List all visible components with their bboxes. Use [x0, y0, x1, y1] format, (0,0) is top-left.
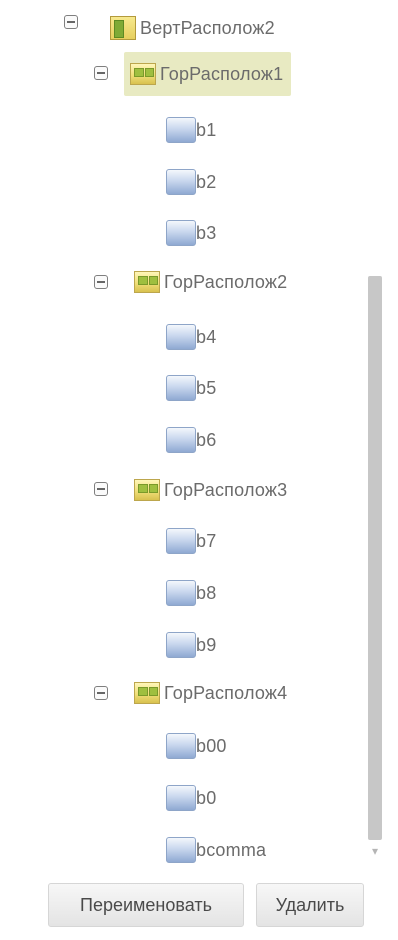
collapse-toggle-icon[interactable] — [64, 15, 78, 29]
rename-button[interactable]: Переименовать — [48, 883, 244, 927]
button-icon — [166, 632, 196, 658]
collapse-toggle-icon[interactable] — [94, 686, 108, 700]
tree-node-label: ВертРасполож2 — [140, 17, 275, 38]
tree-node-button[interactable]: b2 — [166, 162, 216, 202]
tree-node-label: b00 — [196, 735, 227, 756]
tree-node-button[interactable]: b5 — [166, 368, 216, 408]
component-tree: ВертРасполож2 ГорРасполож1 b1 b2 b3 ГорР… — [0, 0, 372, 870]
tree-node-label: ГорРасполож3 — [164, 479, 288, 500]
delete-button[interactable]: Удалить — [256, 883, 364, 927]
tree-node-button[interactable]: bcomma — [166, 830, 266, 870]
button-icon — [166, 375, 196, 401]
tree-node-label: b7 — [196, 530, 217, 551]
horizontal-arrangement-icon — [134, 479, 160, 501]
collapse-toggle-icon[interactable] — [94, 482, 108, 496]
tree-node-label: ГорРасполож2 — [164, 271, 288, 292]
tree-node-label: b4 — [196, 326, 217, 347]
button-icon — [166, 220, 196, 246]
tree-node-horarrangement-4[interactable]: ГорРасполож4 — [134, 673, 287, 713]
tree-node-horarrangement-2[interactable]: ГорРасполож2 — [134, 262, 287, 302]
horizontal-arrangement-icon — [134, 682, 160, 704]
button-icon — [166, 528, 196, 554]
components-panel: ВертРасполож2 ГорРасполож1 b1 b2 b3 ГорР… — [0, 0, 398, 940]
tree-node-button[interactable]: b0 — [166, 778, 216, 818]
button-icon — [166, 733, 196, 759]
button-icon — [166, 117, 196, 143]
tree-node-horarrangement-1[interactable]: ГорРасполож1 — [124, 52, 292, 96]
button-icon — [166, 785, 196, 811]
vertical-arrangement-icon — [110, 16, 136, 40]
tree-node-label: b8 — [196, 582, 217, 603]
button-icon — [166, 837, 196, 863]
button-icon — [166, 169, 196, 195]
tree-scrollbar-thumb[interactable] — [368, 276, 382, 840]
tree-node-button[interactable]: b9 — [166, 625, 216, 665]
tree-node-horarrangement-3[interactable]: ГорРасполож3 — [134, 470, 287, 510]
button-icon — [166, 580, 196, 606]
horizontal-arrangement-icon — [134, 271, 160, 293]
tree-node-label: b6 — [196, 429, 217, 450]
tree-node-label: b9 — [196, 634, 217, 655]
tree-node-button[interactable]: b8 — [166, 573, 216, 613]
tree-node-label: ГорРасполож1 — [160, 63, 284, 84]
tree-node-label: b0 — [196, 787, 217, 808]
button-icon — [166, 427, 196, 453]
collapse-toggle-icon[interactable] — [94, 66, 108, 80]
button-icon — [166, 324, 196, 350]
collapse-toggle-icon[interactable] — [94, 275, 108, 289]
tree-node-button[interactable]: b4 — [166, 317, 216, 357]
tree-node-button[interactable]: b00 — [166, 726, 227, 766]
tree-node-label: b1 — [196, 119, 217, 140]
tree-node-label: bcomma — [196, 839, 267, 860]
tree-node-label: b3 — [196, 222, 217, 243]
tree-node-label: b5 — [196, 377, 217, 398]
scroll-down-arrow-icon[interactable]: ▾ — [366, 842, 384, 860]
tree-node-button[interactable]: b7 — [166, 521, 216, 561]
tree-node-button[interactable]: b1 — [166, 110, 216, 150]
tree-node-label: ГорРасполож4 — [164, 682, 288, 703]
tree-node-vertarrangement[interactable]: ВертРасполож2 — [110, 8, 275, 48]
horizontal-arrangement-icon — [130, 63, 156, 85]
tree-node-button[interactable]: b6 — [166, 420, 216, 460]
tree-node-label: b2 — [196, 171, 217, 192]
tree-node-button[interactable]: b3 — [166, 213, 216, 253]
